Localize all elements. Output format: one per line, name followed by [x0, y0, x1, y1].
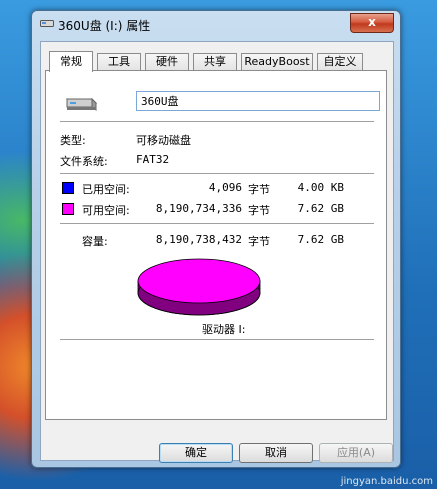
used-space-size: 4.00 KB [297, 181, 344, 194]
tab-customize[interactable]: 自定义 [317, 53, 363, 70]
free-space-bytes: 8,190,734,336 [155, 202, 242, 215]
usb-drive-icon [40, 20, 54, 27]
capacity-bytes: 8,190,738,432 [155, 233, 242, 246]
disk-usage-pie-chart [137, 258, 261, 316]
tab-tools[interactable]: 工具 [97, 53, 141, 70]
removable-drive-icon [65, 97, 98, 111]
properties-window: 360U盘 (I:) 属性 x 常规 工具 硬件 共享 ReadyBoost 自… [31, 10, 401, 468]
type-label: 类型: [60, 134, 86, 147]
free-space-size: 7.62 GB [297, 202, 344, 215]
apply-button[interactable]: 应用(A) [319, 443, 393, 463]
tab-sharing[interactable]: 共享 [193, 53, 237, 70]
title-bar[interactable]: 360U盘 (I:) 属性 x [32, 11, 400, 39]
cancel-button[interactable]: 取消 [239, 443, 313, 463]
used-space-swatch [62, 182, 74, 194]
close-button[interactable]: x [350, 13, 394, 33]
tab-hardware[interactable]: 硬件 [145, 53, 189, 70]
capacity-unit: 字节 [248, 235, 270, 248]
capacity-label: 容量: [82, 235, 108, 248]
drive-name-input[interactable] [136, 91, 380, 111]
separator [60, 121, 374, 122]
free-space-unit: 字节 [248, 204, 270, 217]
used-space-unit: 字节 [248, 183, 270, 196]
separator [60, 223, 374, 224]
used-space-bytes: 4,096 [208, 181, 242, 194]
window-title: 360U盘 (I:) 属性 [58, 19, 151, 33]
filesystem-value: FAT32 [136, 153, 170, 166]
free-space-swatch [62, 203, 74, 215]
capacity-size: 7.62 GB [297, 233, 344, 246]
watermark: jingyan.baidu.com [340, 476, 433, 487]
general-tab-panel: 类型: 可移动磁盘 文件系统: FAT32 已用空间: 4,096 字节 4.0… [45, 70, 387, 420]
free-space-label: 可用空间: [82, 204, 130, 217]
separator [60, 339, 374, 340]
filesystem-label: 文件系统: [60, 155, 108, 168]
drive-letter-label: 驱动器 I: [202, 323, 246, 336]
used-space-label: 已用空间: [82, 183, 130, 196]
dialog-client: 常规 工具 硬件 共享 ReadyBoost 自定义 类型: 可移动磁盘 文件系… [40, 41, 394, 463]
ok-button[interactable]: 确定 [159, 443, 233, 463]
type-value: 可移动磁盘 [136, 134, 191, 147]
tab-strip: 常规 工具 硬件 共享 ReadyBoost 自定义 [45, 51, 389, 72]
tab-readyboost[interactable]: ReadyBoost [241, 53, 313, 70]
tab-general[interactable]: 常规 [49, 51, 93, 72]
separator [60, 173, 374, 174]
pie-free-space-slice [137, 258, 261, 304]
